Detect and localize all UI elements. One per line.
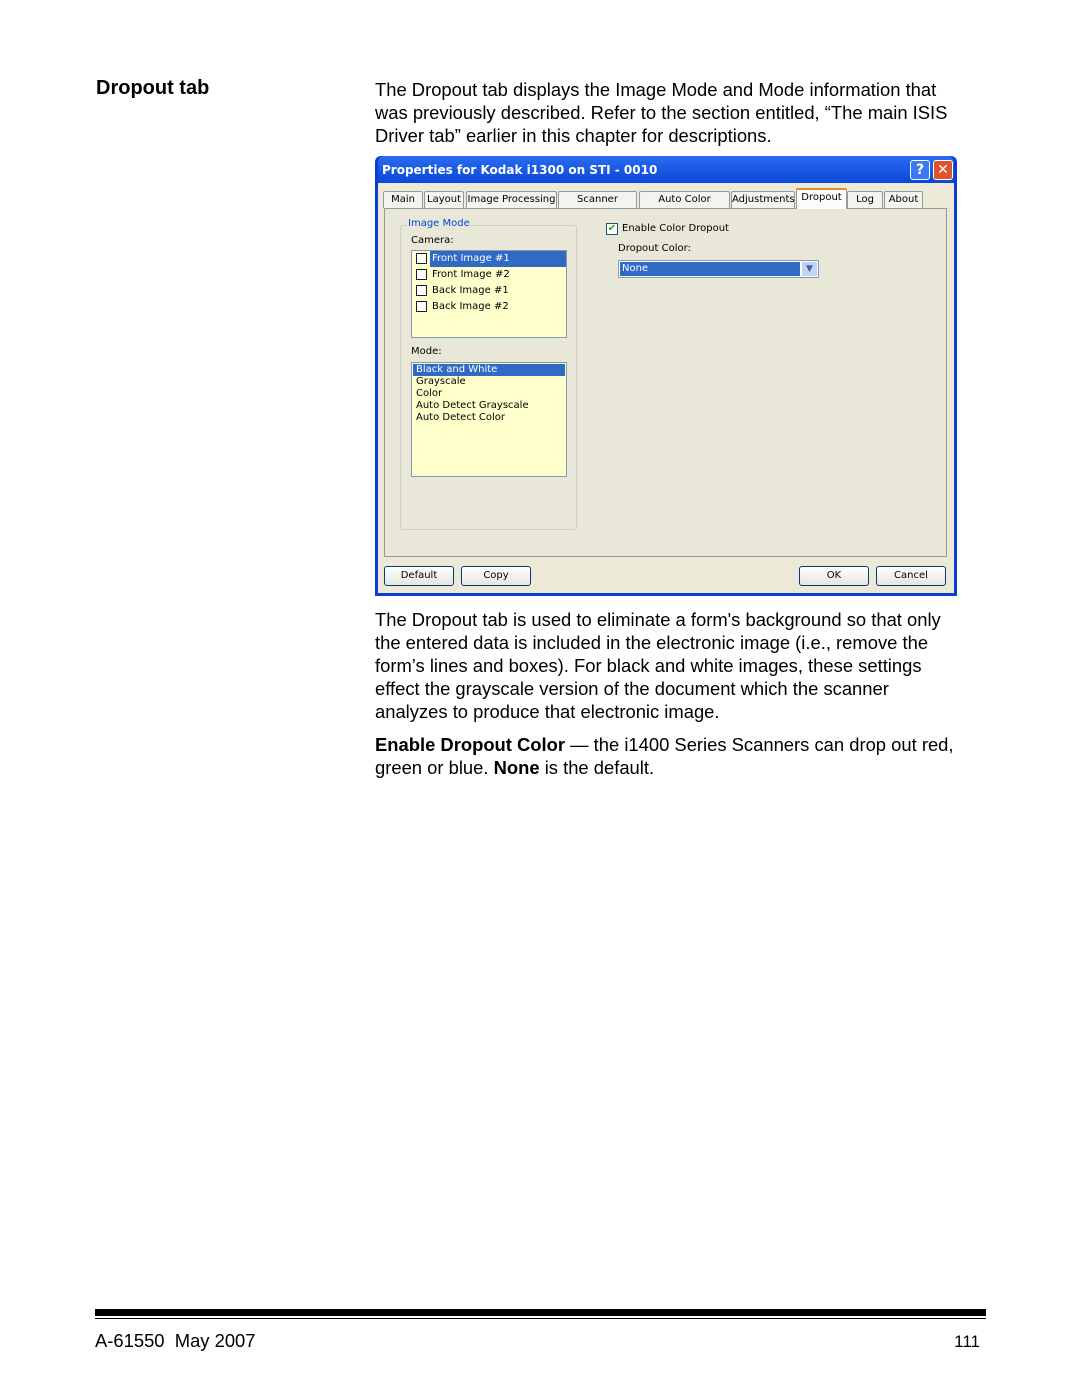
enable-dropout-description-2: green or blue. None is the default. (375, 757, 655, 778)
checkbox-icon[interactable] (416, 285, 427, 296)
enable-dropout-description: Enable Dropout Color — the i1400 Series … (375, 734, 954, 755)
dropout-panel: Image Mode Camera: ✔ Front Image #1 Front… (384, 208, 947, 557)
page-number: 111 (954, 1332, 980, 1351)
camera-item[interactable]: ✔ Front Image #1 (416, 251, 566, 267)
image-mode-group: Image Mode Camera: ✔ Front Image #1 Front… (400, 218, 577, 530)
dropout-color-label: Dropout Color: (618, 243, 691, 254)
dialog-title: Properties for Kodak i1300 on STI - 0010 (382, 163, 658, 177)
mode-item[interactable]: Black and White (413, 364, 565, 376)
camera-item[interactable]: Back Image #2 (412, 299, 566, 315)
image-mode-label: Image Mode (407, 218, 471, 229)
cancel-button[interactable]: Cancel (876, 566, 946, 586)
checkbox-icon[interactable] (416, 269, 427, 280)
mode-item[interactable]: Color (413, 388, 565, 400)
mode-list[interactable]: Black and White Grayscale Color Auto Det… (411, 362, 567, 477)
mode-label: Mode: (411, 346, 442, 357)
camera-item[interactable]: Back Image #1 (412, 283, 566, 299)
mode-item[interactable]: Grayscale (413, 376, 565, 388)
checkbox-checked-icon[interactable]: ✔ (416, 253, 427, 264)
dropout-color-select[interactable]: None ▼ (618, 260, 819, 278)
camera-list[interactable]: ✔ Front Image #1 Front Image #2 Back Imag… (411, 250, 567, 338)
footer-doc-id: A-61550 May 2007 (95, 1330, 256, 1351)
camera-label: Camera: (411, 235, 454, 246)
checkbox-icon[interactable] (416, 301, 427, 312)
tab-adjustments[interactable]: Adjustments (731, 191, 795, 208)
help-icon[interactable]: ? (910, 160, 930, 180)
close-icon[interactable]: ✕ (933, 160, 953, 180)
tab-dropout[interactable]: Dropout (796, 188, 847, 209)
properties-dialog: Properties for Kodak i1300 on STI - 0010… (375, 156, 957, 596)
ok-button[interactable]: OK (799, 566, 869, 586)
term: Enable Dropout Color (375, 734, 566, 755)
chevron-down-icon[interactable]: ▼ (802, 262, 817, 276)
body-line: analyzes to produce that electronic imag… (375, 701, 720, 722)
camera-item[interactable]: Front Image #2 (412, 267, 566, 283)
tab-image-processing[interactable]: Image Processing (466, 191, 557, 208)
default-button[interactable]: Default (384, 566, 454, 586)
body-line: The Dropout tab is used to eliminate a f… (375, 609, 941, 630)
body-line: effect the grayscale version of the docu… (375, 678, 889, 699)
dialog-client: Main Layout Image Processing Scanner Aut… (378, 183, 954, 593)
title-bar: Properties for Kodak i1300 on STI - 0010… (378, 156, 954, 183)
dropout-color-value: None (620, 262, 800, 276)
footer-rule-thin (95, 1318, 986, 1319)
enable-dropout-label: Enable Color Dropout (622, 223, 729, 234)
tab-main[interactable]: Main (383, 191, 423, 208)
mode-item[interactable]: Auto Detect Color (413, 412, 565, 424)
tab-scanner[interactable]: Scanner (558, 191, 637, 208)
enable-dropout-checkbox[interactable]: ✔ (606, 223, 618, 235)
tab-auto-color-detect[interactable]: Auto Color Detect (639, 191, 730, 220)
tab-layout[interactable]: Layout (424, 191, 464, 208)
intro-line: Driver tab” earlier in this chapter for … (375, 125, 772, 146)
intro-line: The Dropout tab displays the Image Mode … (375, 79, 937, 100)
section-heading: Dropout tab (96, 77, 210, 99)
body-line: form’s lines and boxes). For black and w… (375, 655, 922, 676)
tab-log[interactable]: Log (847, 191, 883, 208)
body-line: the entered data is included in the elec… (375, 632, 929, 653)
footer-rule (95, 1309, 986, 1316)
intro-line: was previously described. Refer to the s… (375, 102, 948, 123)
tab-about[interactable]: About (884, 191, 923, 208)
copy-button[interactable]: Copy (461, 566, 531, 586)
mode-item[interactable]: Auto Detect Grayscale (413, 400, 565, 412)
